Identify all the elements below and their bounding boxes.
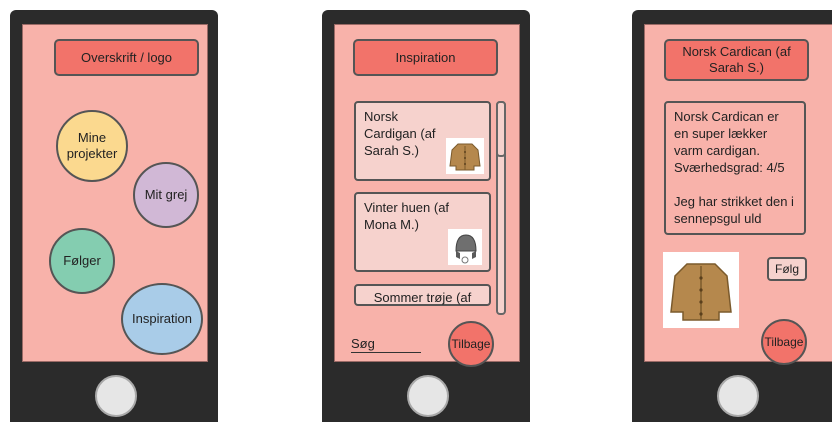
circle-folger[interactable]: Følger <box>49 228 115 294</box>
phone-2: Inspiration Norsk Cardigan (af Sarah S.)… <box>322 10 530 422</box>
phone-3: Norsk Cardican (af Sarah S.) Norsk Cardi… <box>632 10 832 422</box>
card-sommer-troje[interactable]: Sommer trøje (af <box>354 284 491 306</box>
header-detail: Norsk Cardican (af Sarah S.) <box>664 39 809 81</box>
card-title: Norsk Cardigan (af Sarah S.) <box>364 109 436 158</box>
back-button[interactable]: Tilbage <box>448 321 494 367</box>
header-logo: Overskrift / logo <box>54 39 199 76</box>
follow-button[interactable]: Følg <box>767 257 807 281</box>
home-button[interactable] <box>95 375 137 417</box>
screen-home: Overskrift / logo Mine projekter Mit gre… <box>22 24 208 362</box>
circle-inspiration[interactable]: Inspiration <box>121 283 203 355</box>
screen-inspiration: Inspiration Norsk Cardigan (af Sarah S.)… <box>334 24 520 367</box>
circle-mine-projekter[interactable]: Mine projekter <box>56 110 128 182</box>
card-vinter-huen[interactable]: Vinter huen (af Mona M.) <box>354 192 491 272</box>
cardigan-image <box>663 252 739 328</box>
back-button[interactable]: Tilbage <box>761 319 807 365</box>
scrollbar-thumb[interactable] <box>496 101 506 157</box>
search-label: Søg <box>351 336 375 351</box>
home-button[interactable] <box>717 375 759 417</box>
cardigan-icon <box>446 138 484 174</box>
cardigan-icon <box>670 263 732 321</box>
beanie-icon <box>448 229 482 265</box>
home-button[interactable] <box>407 375 449 417</box>
scrollbar[interactable] <box>496 101 506 315</box>
phone-1: Overskrift / logo Mine projekter Mit gre… <box>10 10 218 422</box>
card-title: Sommer trøje (af <box>373 290 472 305</box>
header-inspiration: Inspiration <box>353 39 498 76</box>
circle-mit-grej[interactable]: Mit grej <box>133 162 199 228</box>
card-norsk-cardigan[interactable]: Norsk Cardigan (af Sarah S.) <box>354 101 491 181</box>
follow-label: Følg <box>775 262 799 276</box>
search-field[interactable]: Søg <box>351 336 421 353</box>
screen-detail: Norsk Cardican (af Sarah S.) Norsk Cardi… <box>644 24 832 365</box>
description-text-2: Jeg har strikket den i sennepsgul uld <box>674 194 794 226</box>
card-title: Vinter huen (af Mona M.) <box>364 200 450 232</box>
description-box: Norsk Cardican er en super lækker varm c… <box>664 101 806 235</box>
description-text: Norsk Cardican er en super lækker varm c… <box>674 109 785 175</box>
